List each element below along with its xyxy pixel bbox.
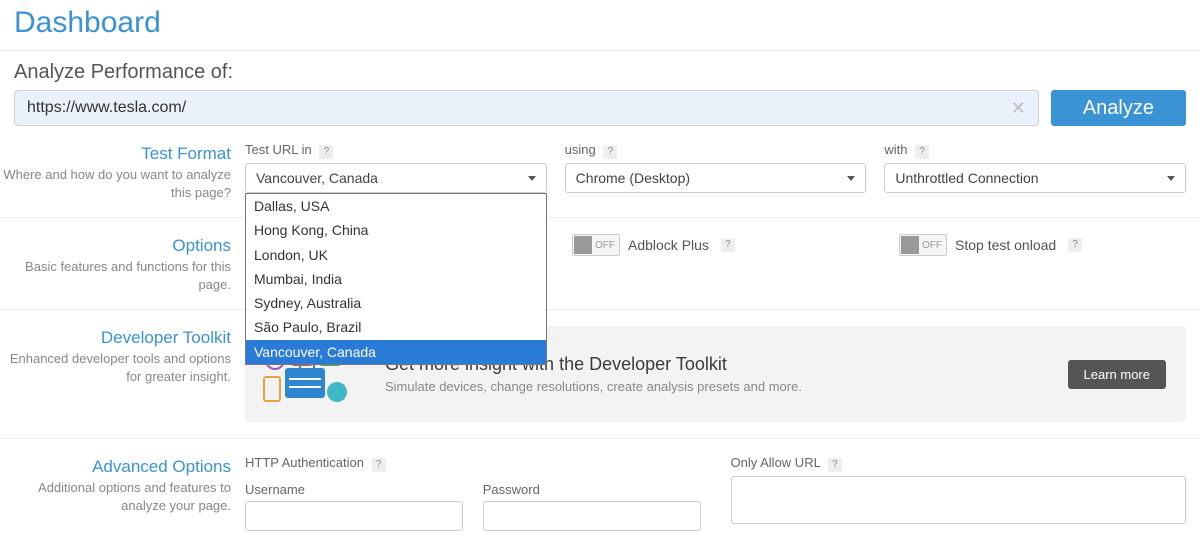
help-icon[interactable]: ? bbox=[1068, 238, 1082, 252]
password-label: Password bbox=[483, 482, 701, 497]
url-input[interactable] bbox=[15, 91, 999, 125]
help-icon[interactable]: ? bbox=[915, 145, 929, 159]
location-label: Test URL in ? bbox=[245, 142, 547, 159]
analyze-label: Analyze Performance of: bbox=[14, 61, 1186, 84]
page-title: Dashboard bbox=[0, 0, 1200, 51]
adblock-toggle[interactable]: OFF bbox=[572, 234, 620, 256]
location-option[interactable]: São Paulo, Brazil bbox=[246, 315, 546, 339]
help-icon[interactable]: ? bbox=[603, 145, 617, 159]
help-icon[interactable]: ? bbox=[721, 238, 735, 252]
adblock-label: Adblock Plus bbox=[628, 237, 709, 253]
location-dropdown: Dallas, USA Hong Kong, China London, UK … bbox=[245, 193, 547, 365]
username-input[interactable] bbox=[245, 501, 463, 531]
browser-label: using ? bbox=[565, 142, 867, 159]
options-heading: Options bbox=[0, 236, 231, 256]
location-select[interactable]: Vancouver, Canada bbox=[245, 163, 547, 193]
username-label: Username bbox=[245, 482, 463, 497]
test-format-heading: Test Format bbox=[0, 144, 231, 164]
location-option[interactable]: Sydney, Australia bbox=[246, 291, 546, 315]
help-icon[interactable]: ? bbox=[319, 145, 333, 159]
dev-sub: Enhanced developer tools and options for… bbox=[0, 350, 231, 385]
location-option-selected[interactable]: Vancouver, Canada bbox=[246, 340, 546, 364]
location-option[interactable]: Dallas, USA bbox=[246, 194, 546, 218]
password-input[interactable] bbox=[483, 501, 701, 531]
browser-select[interactable]: Chrome (Desktop) bbox=[565, 163, 867, 193]
stop-onload-label: Stop test onload bbox=[955, 237, 1056, 253]
connection-label: with ? bbox=[884, 142, 1186, 159]
options-sub: Basic features and functions for this pa… bbox=[0, 258, 231, 293]
advanced-sub: Additional options and features to analy… bbox=[0, 479, 231, 514]
http-auth-label: HTTP Authentication ? bbox=[245, 455, 701, 472]
dev-banner-sub: Simulate devices, change resolutions, cr… bbox=[385, 379, 1044, 394]
location-option[interactable]: London, UK bbox=[246, 243, 546, 267]
analyze-button[interactable]: Analyze bbox=[1051, 90, 1186, 126]
help-icon[interactable]: ? bbox=[828, 458, 842, 472]
location-option[interactable]: Mumbai, India bbox=[246, 267, 546, 291]
advanced-heading: Advanced Options bbox=[0, 457, 231, 477]
url-input-wrapper: ✕ bbox=[14, 90, 1039, 126]
location-option[interactable]: Hong Kong, China bbox=[246, 218, 546, 242]
test-format-sub: Where and how do you want to analyze thi… bbox=[0, 166, 231, 201]
only-allow-url-input[interactable] bbox=[731, 476, 1187, 524]
help-icon[interactable]: ? bbox=[372, 458, 386, 472]
connection-select[interactable]: Unthrottled Connection bbox=[884, 163, 1186, 193]
clear-url-icon[interactable]: ✕ bbox=[999, 98, 1038, 119]
learn-more-button[interactable]: Learn more bbox=[1068, 360, 1166, 389]
stop-onload-toggle[interactable]: OFF bbox=[899, 234, 947, 256]
only-allow-label: Only Allow URL ? bbox=[731, 455, 1187, 472]
dev-heading: Developer Toolkit bbox=[0, 328, 231, 348]
